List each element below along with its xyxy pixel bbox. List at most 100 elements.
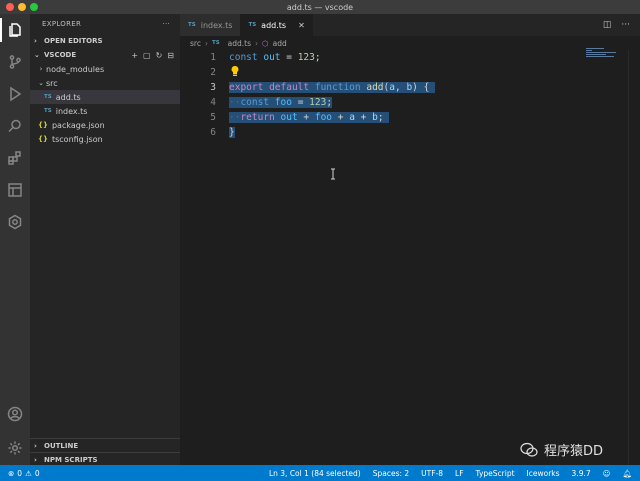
sidebar-header: EXPLORER ··· (30, 14, 180, 34)
source-control-icon[interactable] (5, 52, 25, 72)
notifications-icon[interactable]: 🔔︎ (622, 469, 632, 478)
line-number: 2 (210, 67, 216, 78)
tree-item-add-ts[interactable]: TS add.ts (30, 90, 180, 104)
activity-bar (0, 14, 30, 465)
sidebar-title: EXPLORER (42, 20, 82, 28)
outline-section[interactable]: › OUTLINE (30, 439, 180, 453)
explorer-sidebar: EXPLORER ··· › OPEN EDITORS ⌄ VSCODE + ▢… (30, 14, 180, 465)
tree-item-package-json[interactable]: {} package.json (30, 118, 180, 132)
code-line: 2 (180, 65, 628, 80)
code-text: } (229, 127, 235, 138)
minimize-window-button[interactable] (18, 3, 26, 11)
collapse-all-icon[interactable]: ⊟ (167, 51, 174, 60)
outline-label: OUTLINE (44, 442, 79, 450)
breadcrumb-folder[interactable]: src (190, 39, 201, 48)
tree-item-label: index.ts (55, 106, 88, 116)
warning-icon: ⚠ (25, 468, 32, 478)
typescript-version[interactable]: 3.9.7 (572, 469, 591, 478)
code-editor[interactable]: 1 const out = 123; 2 3 export default fu… (180, 50, 628, 465)
typescript-file-icon: TS (248, 22, 257, 28)
error-icon: ⊗ (8, 468, 15, 478)
symbol-function-icon: ⬡ (262, 38, 269, 48)
remote-explorer-icon[interactable] (5, 180, 25, 200)
line-ending[interactable]: LF (455, 469, 464, 478)
breadcrumb-symbol[interactable]: add (273, 39, 287, 48)
code-line: 1 const out = 123; (180, 50, 628, 65)
wechat-icon (520, 442, 538, 457)
code-text: ··const foo = 123; (229, 97, 333, 108)
typescript-file-icon: TS (44, 108, 52, 114)
warning-count: 0 (34, 468, 40, 478)
lightbulb-icon[interactable] (230, 65, 240, 77)
line-number: 6 (210, 127, 216, 138)
chevron-right-icon: › (34, 442, 37, 450)
files-icon[interactable] (5, 20, 25, 40)
chevron-down-icon: ⌄ (38, 79, 44, 87)
extensions-icon[interactable] (5, 148, 25, 168)
tree-item-label: add.ts (55, 92, 81, 102)
window-controls (6, 3, 38, 11)
close-icon[interactable]: ✕ (298, 21, 305, 30)
watermark: 程序猿DD (520, 440, 603, 459)
code-text: const out = 123; (229, 52, 321, 63)
close-window-button[interactable] (6, 3, 14, 11)
run-debug-icon[interactable] (5, 84, 25, 104)
open-editors-label: OPEN EDITORS (44, 37, 103, 45)
open-editors-section[interactable]: › OPEN EDITORS (30, 34, 180, 48)
minimap[interactable] (586, 48, 626, 60)
window-title: add.ts — vscode (286, 2, 354, 12)
tree-item-node-modules[interactable]: › node_modules (30, 62, 180, 76)
chevron-right-icon: › (39, 65, 43, 73)
indentation[interactable]: Spaces: 2 (373, 469, 409, 478)
feedback-icon[interactable]: ☺ (603, 469, 611, 478)
iceworks-status[interactable]: Iceworks (527, 469, 560, 478)
tree-item-src[interactable]: ⌄ src (30, 76, 180, 90)
cursor-position[interactable]: Ln 3, Col 1 (84 selected) (269, 469, 361, 478)
tab-add-ts[interactable]: TS add.ts ✕ (240, 14, 313, 36)
new-folder-icon[interactable]: ▢ (143, 51, 151, 60)
breadcrumb-file[interactable]: add.ts (228, 39, 251, 48)
editor-scrollbar[interactable] (628, 50, 640, 465)
search-icon[interactable] (5, 116, 25, 136)
chevron-right-icon: › (204, 38, 208, 48)
iceworks-icon[interactable] (5, 212, 25, 232)
tree-item-index-ts[interactable]: TS index.ts (30, 104, 180, 118)
line-number: 4 (210, 97, 216, 108)
watermark-text: 程序猿DD (544, 444, 604, 459)
tree-item-label: src (46, 78, 58, 88)
workspace-section[interactable]: ⌄ VSCODE + ▢ ↻ ⊟ (30, 48, 180, 62)
tab-label: index.ts (200, 20, 233, 30)
breadcrumb: src › TS add.ts › ⬡ add (180, 36, 640, 50)
text-cursor-icon (331, 168, 335, 180)
workspace-label: VSCODE (44, 51, 77, 59)
line-number: 5 (210, 112, 216, 123)
typescript-file-icon: TS (211, 40, 220, 46)
typescript-file-icon: TS (44, 94, 52, 100)
editor-actions: ◫ ··· (603, 14, 640, 36)
language-mode[interactable]: TypeScript (476, 469, 515, 478)
status-bar: ⊗ 0 ⚠ 0 Ln 3, Col 1 (84 selected) Spaces… (0, 465, 640, 481)
typescript-file-icon: TS (188, 22, 196, 28)
explorer-toolbar: + ▢ ↻ ⊟ (131, 51, 174, 60)
tree-item-label: node_modules (46, 64, 105, 74)
refresh-icon[interactable]: ↻ (156, 51, 163, 60)
problems-indicator[interactable]: ⊗ 0 ⚠ 0 (8, 469, 40, 478)
tree-item-tsconfig-json[interactable]: {} tsconfig.json (30, 132, 180, 146)
chevron-right-icon: › (34, 456, 37, 464)
more-actions-icon[interactable]: ··· (162, 20, 170, 28)
more-actions-icon[interactable]: ··· (621, 20, 630, 30)
tab-index-ts[interactable]: TS index.ts (180, 14, 241, 36)
settings-gear-icon[interactable] (5, 438, 25, 458)
npm-scripts-label: NPM SCRIPTS (44, 456, 98, 464)
new-file-icon[interactable]: + (131, 51, 138, 60)
code-text: export default function add(a, b) { (229, 82, 436, 93)
zoom-window-button[interactable] (30, 3, 38, 11)
chevron-down-icon: ⌄ (34, 51, 40, 59)
encoding[interactable]: UTF-8 (421, 469, 443, 478)
line-number: 1 (210, 52, 216, 63)
split-editor-icon[interactable]: ◫ (603, 20, 612, 30)
account-icon[interactable] (5, 404, 25, 424)
chevron-right-icon: › (34, 37, 37, 45)
active-indicator (0, 18, 2, 42)
chevron-right-icon: › (255, 38, 259, 48)
